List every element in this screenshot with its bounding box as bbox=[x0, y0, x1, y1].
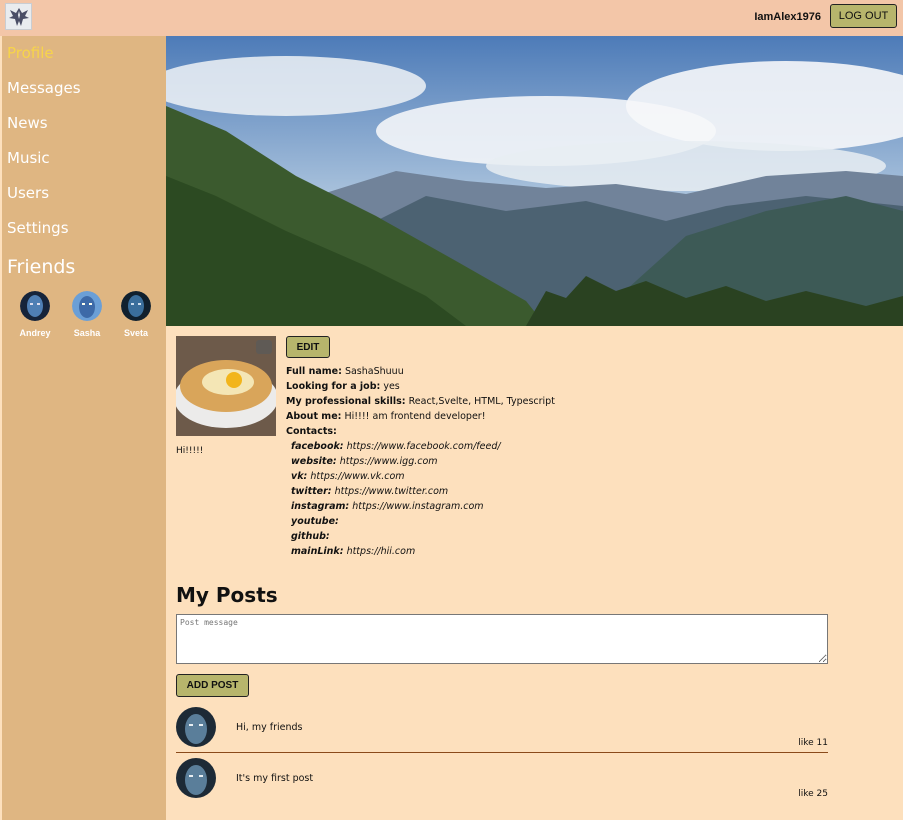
post-divider bbox=[176, 752, 828, 753]
friend-avatar bbox=[20, 291, 50, 321]
about-label: About me: bbox=[286, 411, 342, 422]
edit-profile-button[interactable]: EDIT bbox=[286, 336, 330, 358]
contact-vk: vk: https://www.vk.com bbox=[291, 471, 405, 482]
post-avatar bbox=[176, 707, 216, 747]
sidebar-item-profile[interactable]: Profile bbox=[7, 44, 54, 62]
contact-mainlink: mainLink: https://hii.com bbox=[291, 546, 416, 557]
friend-andrey[interactable]: Andrey bbox=[15, 291, 55, 338]
full-name-value: SashaShuuu bbox=[344, 366, 404, 377]
post-item: It's my first post like 25 bbox=[176, 758, 828, 804]
job-label: Looking for a job: bbox=[286, 381, 381, 392]
friend-avatar bbox=[121, 291, 151, 321]
contact-website: website: https://www.igg.com bbox=[291, 456, 438, 467]
post-like-count[interactable]: like 25 bbox=[798, 789, 828, 799]
profile-photo[interactable] bbox=[176, 336, 276, 436]
contact-facebook: facebook: https://www.facebook.com/feed/ bbox=[291, 441, 501, 452]
friend-name: Andrey bbox=[19, 328, 51, 338]
logout-button[interactable]: LOG OUT bbox=[830, 4, 897, 28]
phoenix-logo-icon[interactable] bbox=[5, 3, 32, 30]
about-value: Hi!!!! am frontend developer! bbox=[344, 411, 486, 422]
job-value: yes bbox=[383, 381, 400, 392]
sidebar-item-messages[interactable]: Messages bbox=[7, 79, 81, 97]
profile-page: Hi!!!!! EDIT Full name: SashaShuuu Looki… bbox=[166, 36, 903, 820]
app-header: IamAlex1976 LOG OUT bbox=[0, 0, 903, 36]
skills-value: React,Svelte, HTML, Typescript bbox=[408, 396, 555, 407]
friend-name: Sveta bbox=[123, 328, 149, 338]
post-avatar bbox=[176, 758, 216, 798]
profile-info: Full name: SashaShuuu Looking for a job:… bbox=[286, 364, 555, 559]
current-username: IamAlex1976 bbox=[754, 11, 821, 23]
contacts-list: facebook: https://www.facebook.com/feed/… bbox=[286, 439, 555, 559]
friend-name: Sasha bbox=[73, 328, 101, 338]
contact-instagram: instagram: https://www.instagram.com bbox=[291, 501, 484, 512]
add-post-button[interactable]: ADD POST bbox=[176, 674, 249, 697]
contact-github: github: bbox=[291, 531, 330, 542]
post-message-input[interactable] bbox=[176, 614, 828, 664]
skills-label: My professional skills: bbox=[286, 396, 406, 407]
full-name-label: Full name: bbox=[286, 366, 342, 377]
sidebar-item-users[interactable]: Users bbox=[7, 184, 49, 202]
profile-status[interactable]: Hi!!!!! bbox=[176, 446, 203, 456]
friends-title: Friends bbox=[7, 256, 76, 278]
friend-sveta[interactable]: Sveta bbox=[116, 291, 156, 338]
mountain-banner-image bbox=[166, 36, 903, 326]
sidebar-item-news[interactable]: News bbox=[7, 114, 48, 132]
sidebar: Profile Messages News Music Users Settin… bbox=[2, 36, 166, 820]
friend-avatar bbox=[72, 291, 102, 321]
contact-twitter: twitter: https://www.twitter.com bbox=[291, 486, 449, 497]
post-item: Hi, my friends like 11 bbox=[176, 707, 828, 753]
contact-youtube: youtube: bbox=[291, 516, 339, 527]
post-text: Hi, my friends bbox=[236, 722, 303, 733]
my-posts-title: My Posts bbox=[176, 583, 278, 607]
sidebar-item-music[interactable]: Music bbox=[7, 149, 50, 167]
friend-sasha[interactable]: Sasha bbox=[67, 291, 107, 338]
camera-icon[interactable] bbox=[256, 340, 272, 354]
sidebar-item-settings[interactable]: Settings bbox=[7, 219, 69, 237]
post-text: It's my first post bbox=[236, 773, 314, 784]
post-like-count[interactable]: like 11 bbox=[798, 738, 828, 748]
contacts-label: Contacts: bbox=[286, 426, 337, 437]
